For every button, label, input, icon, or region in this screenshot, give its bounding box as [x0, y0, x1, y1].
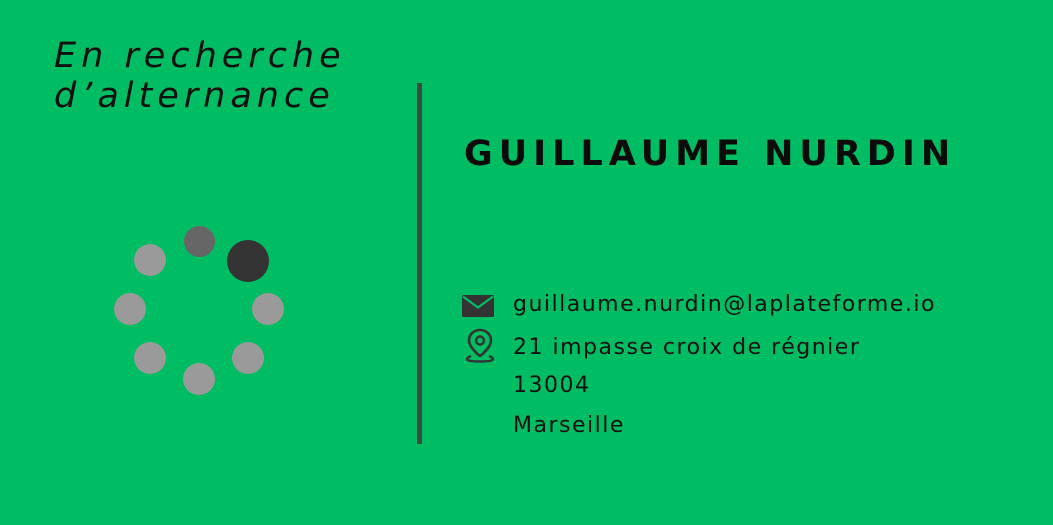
- spinner-dot: [184, 226, 215, 257]
- city: Marseille: [513, 413, 625, 438]
- loading-spinner-icon: [105, 216, 295, 406]
- envelope-icon: [462, 295, 494, 323]
- street-address: 21 impasse croix de régnier: [513, 335, 861, 360]
- spinner-dot: [134, 244, 166, 276]
- spinner-dot: [114, 293, 146, 325]
- person-name: GUILLAUME NURDIN: [464, 134, 957, 174]
- spinner-dot-active: [227, 240, 269, 282]
- tagline: En recherche d’alternance: [54, 36, 346, 116]
- spinner-dot: [183, 363, 215, 395]
- vertical-divider: [417, 83, 422, 444]
- spinner-dot: [134, 342, 166, 374]
- tagline-line-2: d’alternance: [54, 76, 335, 116]
- email-link[interactable]: guillaume.nurdin@laplateforme.io: [513, 292, 936, 317]
- map-pin-icon: [464, 327, 496, 369]
- tagline-line-1: En recherche: [54, 36, 346, 76]
- business-card: En recherche d’alternance GUILLAUME NURD…: [0, 0, 1053, 525]
- spinner-dot: [232, 342, 264, 374]
- postal-code: 13004: [513, 373, 591, 398]
- spinner-dot: [252, 293, 284, 325]
